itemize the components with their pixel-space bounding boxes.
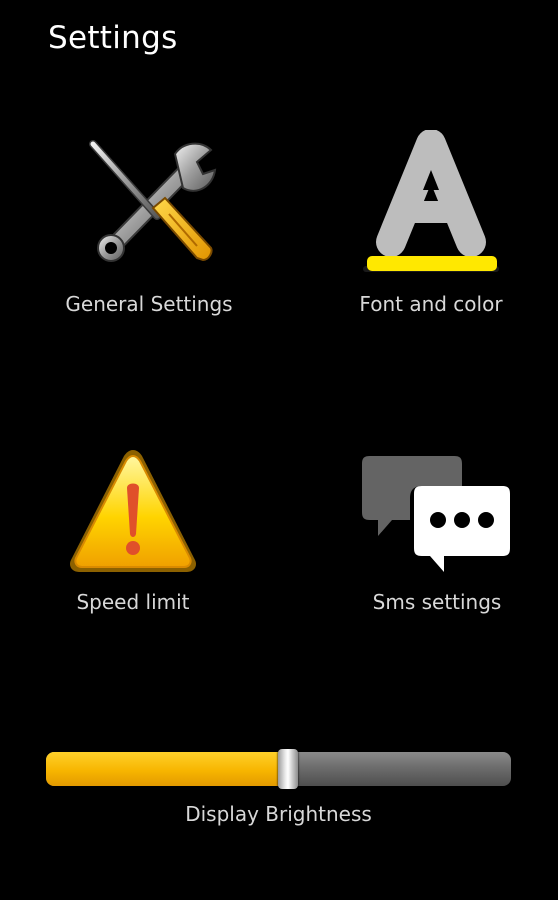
chat-bubbles-icon [362, 456, 510, 572]
brightness-control: Display Brightness [46, 749, 511, 826]
sms-settings-label: Sms settings [372, 590, 502, 614]
tools-icon [89, 140, 217, 262]
font-and-color-button[interactable]: Font and color [326, 130, 536, 316]
font-a-icon [363, 130, 499, 272]
speed-limit-label: Speed limit [76, 590, 190, 614]
general-settings-button[interactable]: General Settings [44, 136, 254, 316]
brightness-slider[interactable] [46, 749, 511, 789]
brightness-slider-fill [46, 752, 288, 786]
brightness-slider-thumb[interactable] [277, 749, 298, 789]
speed-limit-button[interactable]: Speed limit [28, 444, 238, 614]
brightness-label: Display Brightness [185, 802, 372, 826]
warning-icon [69, 450, 197, 572]
page-title: Settings [48, 20, 178, 56]
font-and-color-label: Font and color [359, 292, 503, 316]
sms-settings-button[interactable]: Sms settings [332, 450, 542, 614]
general-settings-label: General Settings [65, 292, 233, 316]
